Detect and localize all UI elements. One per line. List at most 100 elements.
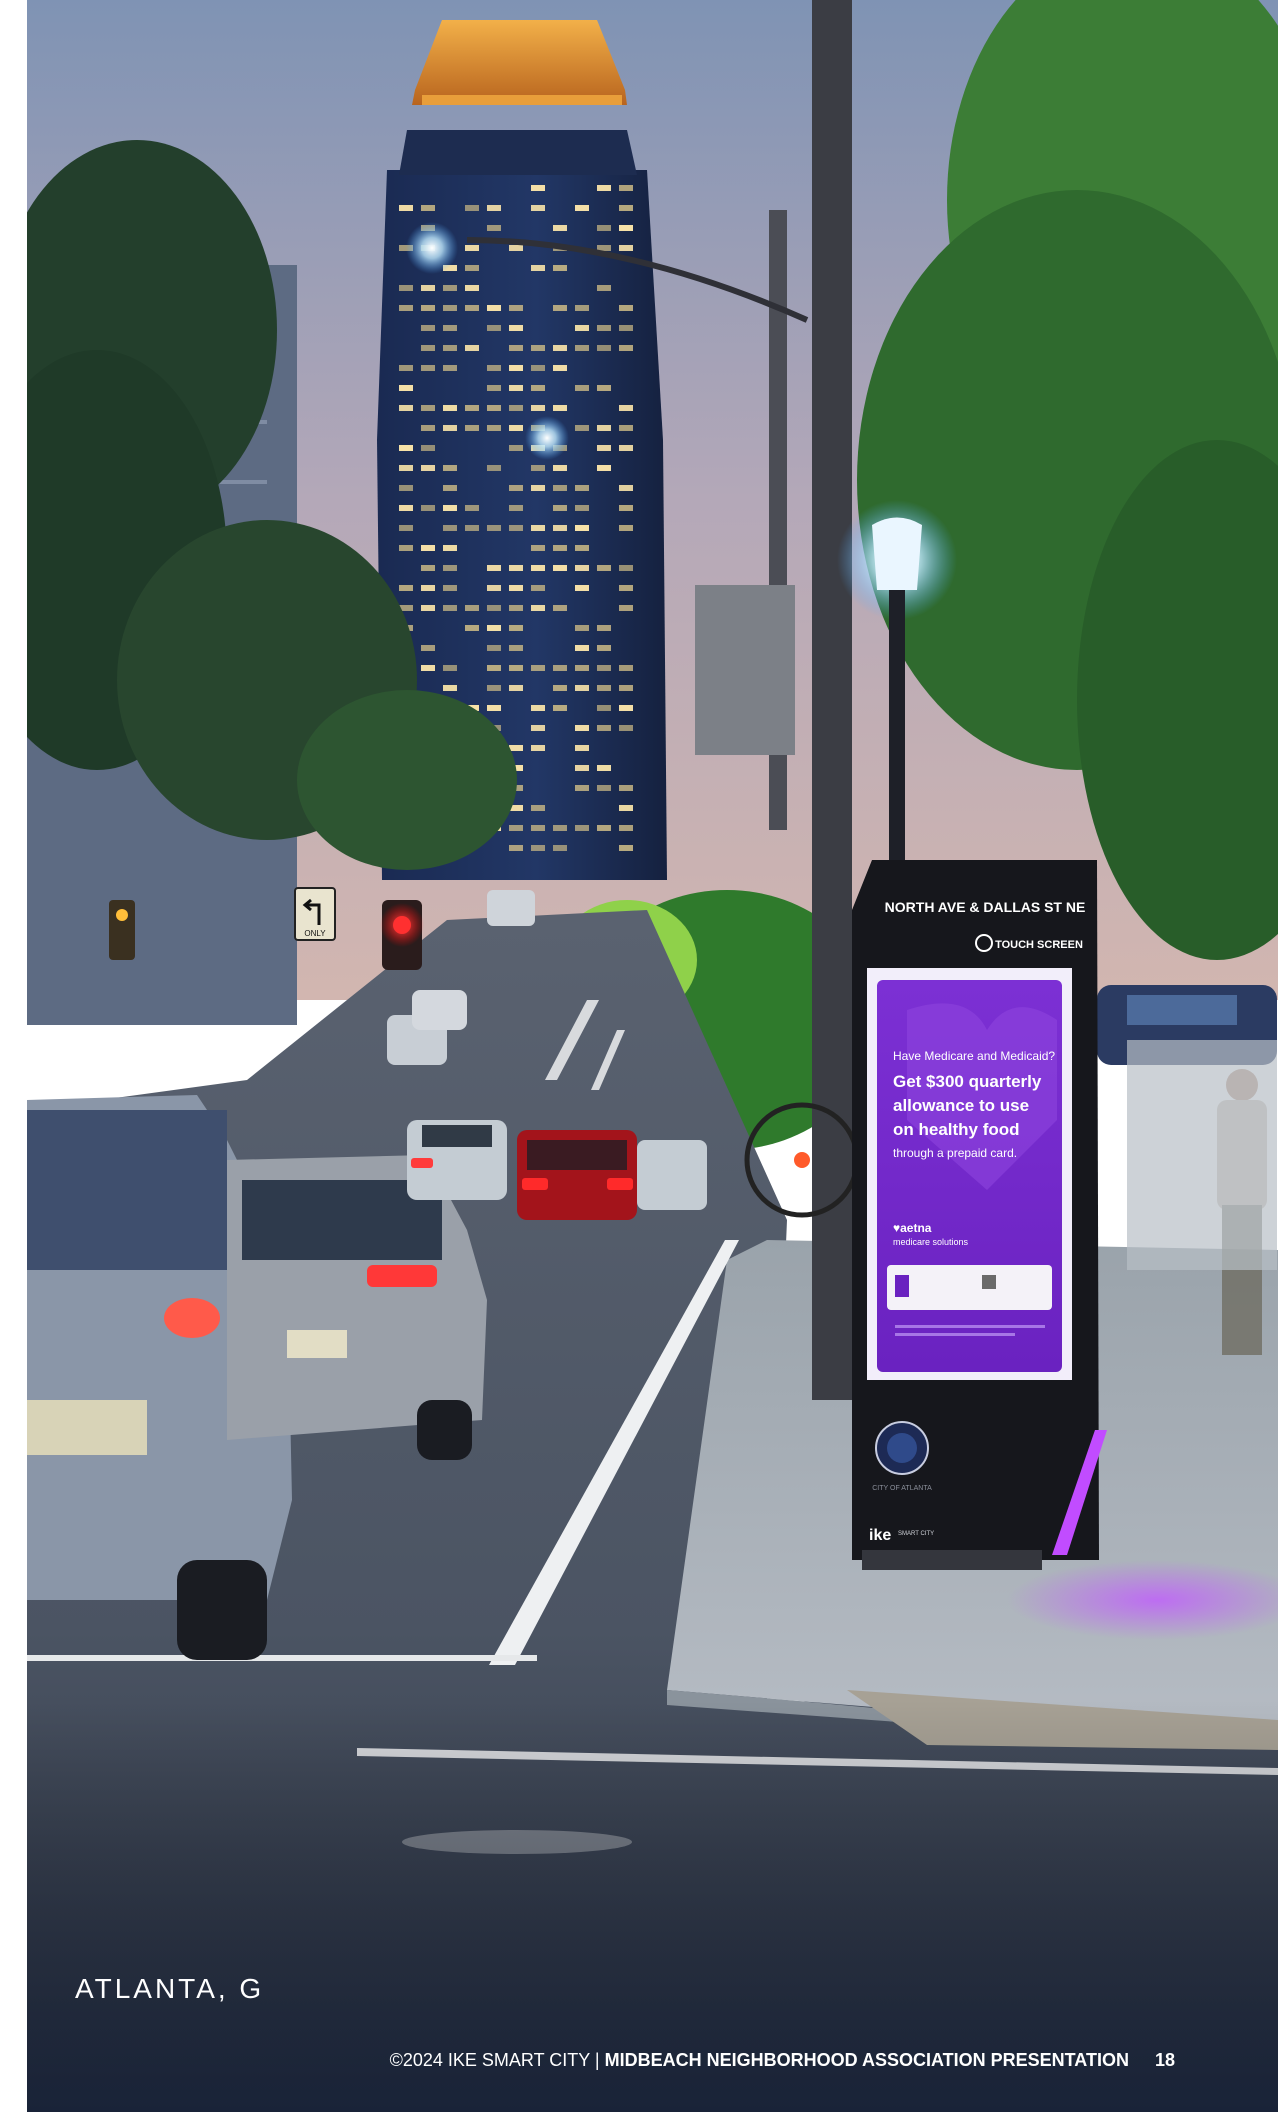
tower-window [487,685,501,691]
kiosk-street-sign: NORTH AVE & DALLAS ST NE [885,899,1086,915]
tower-window [553,405,567,411]
smart-city-kiosk: NORTH AVE & DALLAS ST NE TOUCH SCREEN Ha… [852,860,1107,1570]
tower-window [421,205,435,211]
ike-logo-sub: SMART CITY [898,1531,934,1537]
tower-window [443,685,457,691]
tower-window [421,365,435,371]
tower-window [553,225,567,231]
tower-window [531,705,545,711]
ad-headline-2: allowance to use [893,1096,1029,1115]
tower-window [553,605,567,611]
tower-window [575,485,589,491]
tower-window [465,345,479,351]
tower-window [487,565,501,571]
tower-window [575,305,589,311]
tower-window [421,405,435,411]
tower-window [465,285,479,291]
tower-window [531,365,545,371]
tower-window [597,465,611,471]
tower-window [399,445,413,451]
tower-window [421,305,435,311]
tower-window [487,305,501,311]
ad-brand-sub: medicare solutions [893,1237,969,1247]
tower-window [399,585,413,591]
tower-window [399,545,413,551]
tower-window [443,405,457,411]
tower-window [465,505,479,511]
tower-window [575,345,589,351]
ad-headline-1: Get $300 quarterly [893,1072,1042,1091]
street-photo: ONLY NORTH AVE & DALLAS ST NE TOUCH SCRE… [27,0,1278,2112]
tower-window [597,825,611,831]
tower-window [553,545,567,551]
tower-window [443,345,457,351]
tower-window [597,225,611,231]
tower-window [509,365,523,371]
tower-window [575,765,589,771]
tower-window [421,585,435,591]
tower-window [443,465,457,471]
tower-window [553,685,567,691]
footer-copyright: ©2024 IKE SMART CITY | [389,2050,605,2070]
tower-window [443,285,457,291]
tower-window [509,585,523,591]
tower-window [531,665,545,671]
tower-window [509,745,523,751]
tower-window [531,585,545,591]
tower-window [619,805,633,811]
tower-window [531,825,545,831]
tower-window [509,565,523,571]
tower-window [553,365,567,371]
tower-window [619,225,633,231]
tower-window [553,305,567,311]
tower-window [619,705,633,711]
tower-window [509,605,523,611]
tower-window [487,225,501,231]
tower-window [487,625,501,631]
tower-window [575,825,589,831]
tower-window [443,605,457,611]
tower-window [509,445,523,451]
tower-window [465,265,479,271]
tower-window [619,585,633,591]
footer-presentation-title: MIDBEACH NEIGHBORHOOD ASSOCIATION PRESEN… [604,2050,1129,2070]
tower-window [619,785,633,791]
tower-window [487,605,501,611]
tower-window [553,705,567,711]
photo-illustration: ONLY NORTH AVE & DALLAS ST NE TOUCH SCRE… [27,0,1278,2112]
tower-window [421,325,435,331]
tower-window [619,405,633,411]
tower-window [421,445,435,451]
tower-window [421,345,435,351]
tower-window [575,625,589,631]
tower-window [619,325,633,331]
tower-window [619,665,633,671]
tower-window [399,285,413,291]
tower-window [531,385,545,391]
tower-window [509,245,523,251]
tower-window [487,645,501,651]
car-silver-sedan [227,1155,487,1460]
tower-window [597,325,611,331]
tower-window [553,485,567,491]
tower-window [509,685,523,691]
tower-window [575,685,589,691]
tower-window [553,345,567,351]
tower-window [421,285,435,291]
tower-window [619,725,633,731]
tower-window [399,485,413,491]
tower-window [575,665,589,671]
tower-window [575,725,589,731]
tower-window [575,425,589,431]
tower-window [487,705,501,711]
tower-window [619,205,633,211]
tower-window [619,425,633,431]
tower-window [399,305,413,311]
tower-window [531,465,545,471]
kiosk-touch-label: TOUCH SCREEN [995,939,1083,951]
ad-question: Have Medicare and Medicaid? [893,1049,1055,1063]
tower-window [619,525,633,531]
tower-window [509,485,523,491]
tower-window [443,325,457,331]
tower-window [619,345,633,351]
